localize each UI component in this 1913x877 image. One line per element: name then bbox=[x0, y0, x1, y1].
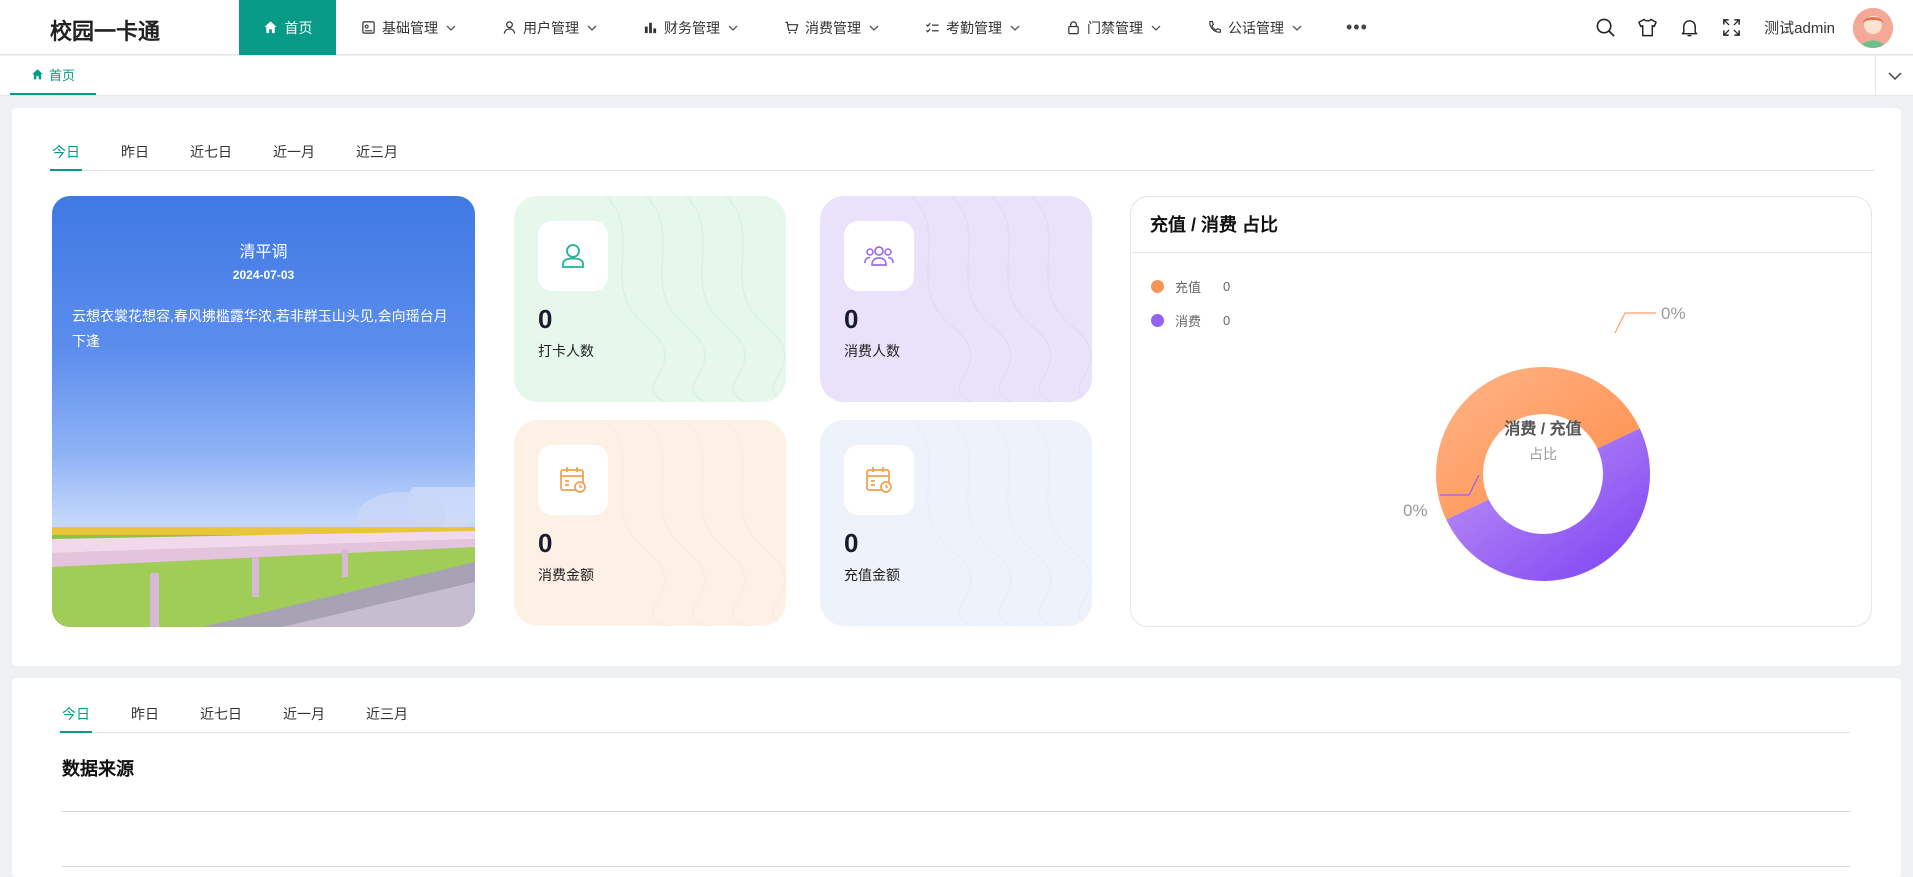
nav-basic[interactable]: 基础管理 bbox=[360, 0, 456, 55]
username[interactable]: 测试admin bbox=[1764, 17, 1835, 38]
nav-phone-label: 公话管理 bbox=[1228, 19, 1284, 36]
stat-label: 打卡人数 bbox=[538, 343, 594, 359]
poem-date: 2024-07-03 bbox=[232, 268, 295, 282]
theme-shirt-icon[interactable] bbox=[1626, 17, 1668, 38]
page-tab-home[interactable]: 首页 bbox=[10, 56, 96, 95]
stat-recharge-amount: 0 充值金额 bbox=[820, 420, 1092, 626]
search-icon[interactable] bbox=[1584, 17, 1626, 38]
tab-menu-toggle[interactable] bbox=[1875, 56, 1913, 95]
chevron-down-icon bbox=[587, 23, 597, 33]
range-tabs: 今日 昨日 近七日 近一月 近三月 bbox=[50, 138, 1874, 171]
checklist-icon bbox=[924, 20, 940, 36]
fullscreen-icon[interactable] bbox=[1710, 17, 1752, 38]
stat-value: 0 bbox=[844, 528, 859, 558]
user-icon bbox=[501, 20, 517, 36]
stat-label: 消费人数 bbox=[844, 343, 900, 359]
nav-consume[interactable]: 消费管理 bbox=[783, 0, 879, 55]
nav-attendance-label: 考勤管理 bbox=[946, 19, 1002, 36]
tab-yesterday[interactable]: 昨日 bbox=[121, 138, 149, 170]
chevron-down-icon bbox=[1887, 71, 1902, 80]
donut-center-subtitle: 占比 bbox=[1529, 446, 1557, 462]
landscape-illustration bbox=[52, 487, 475, 627]
chevron-down-icon bbox=[1292, 23, 1302, 33]
basic-icon bbox=[360, 20, 376, 36]
tab-last-month[interactable]: 近一月 bbox=[283, 700, 325, 732]
tab-today[interactable]: 今日 bbox=[50, 138, 82, 171]
app-logo[interactable]: 校园一卡通 bbox=[50, 14, 160, 46]
tab-last-3-months[interactable]: 近三月 bbox=[366, 700, 408, 732]
section-title: 数据来源 bbox=[62, 759, 134, 779]
divider bbox=[62, 866, 1850, 867]
user-card-icon bbox=[538, 221, 608, 291]
lock-icon bbox=[1065, 20, 1081, 36]
slice-label-consume: 0% bbox=[1403, 501, 1428, 520]
chevron-down-icon bbox=[728, 23, 738, 33]
poem-card: 清平调 2024-07-03 云想衣裳花想容,春风拂槛露华浓,若非群玉山头见,会… bbox=[52, 196, 475, 627]
stat-value: 0 bbox=[538, 528, 553, 558]
stat-consume-amount: 0 消费金额 bbox=[514, 420, 786, 626]
nav-attendance[interactable]: 考勤管理 bbox=[924, 0, 1020, 55]
top-header: 校园一卡通 首页 基础管理 用户管理 财务管理 消费管理 考勤管理 门禁管理 公… bbox=[0, 0, 1913, 55]
poem-title: 清平调 bbox=[239, 244, 288, 261]
overview-card: 今日 昨日 近七日 近一月 近三月 清平调 2024-07-03 云想衣裳花想容… bbox=[12, 108, 1901, 666]
stat-label: 充值金额 bbox=[844, 567, 900, 583]
tab-last-7-days[interactable]: 近七日 bbox=[190, 138, 232, 170]
page-tab-label: 首页 bbox=[48, 68, 75, 83]
page-tab-strip: 首页 bbox=[0, 56, 1913, 96]
nav-consume-label: 消费管理 bbox=[805, 19, 861, 36]
stat-value: 0 bbox=[844, 304, 859, 334]
main-nav: 首页 基础管理 用户管理 财务管理 消费管理 考勤管理 门禁管理 公话管理 ••… bbox=[239, 0, 1368, 55]
cart-icon bbox=[783, 20, 799, 36]
contour-pattern bbox=[605, 196, 786, 402]
tab-last-month[interactable]: 近一月 bbox=[273, 138, 315, 170]
stat-checkin-count: 0 打卡人数 bbox=[514, 196, 786, 402]
divider bbox=[62, 811, 1850, 812]
contour-pattern bbox=[911, 420, 1092, 626]
data-source-card: 今日 昨日 近七日 近一月 近三月 数据来源 bbox=[12, 678, 1901, 877]
nav-home[interactable]: 首页 bbox=[239, 0, 336, 55]
header-actions: 测试admin bbox=[1584, 0, 1893, 55]
donut-center-title: 消费 / 充值 bbox=[1504, 419, 1581, 438]
stat-consumer-count: 0 消费人数 bbox=[820, 196, 1092, 402]
stat-value: 0 bbox=[538, 304, 553, 334]
nav-finance-label: 财务管理 bbox=[664, 19, 720, 36]
nav-user[interactable]: 用户管理 bbox=[501, 0, 597, 55]
slice-label-recharge: 0% bbox=[1661, 304, 1686, 323]
tab-today[interactable]: 今日 bbox=[60, 700, 92, 733]
bar-chart-icon bbox=[642, 20, 658, 36]
poem-text: 云想衣裳花想容,春风拂槛露华浓,若非群玉山头见,会向瑶台月下逢 bbox=[72, 308, 448, 349]
home-icon bbox=[32, 69, 43, 80]
ratio-panel: 充值 / 消费 占比 充值 0 消费 0 0% 0% 消费 / 充值 占比 bbox=[1130, 196, 1872, 627]
bell-icon[interactable] bbox=[1668, 17, 1710, 38]
nav-basic-label: 基础管理 bbox=[382, 19, 438, 36]
calendar-clock-icon bbox=[844, 445, 914, 515]
tab-last-3-months[interactable]: 近三月 bbox=[356, 138, 398, 170]
nav-home-label: 首页 bbox=[284, 19, 313, 36]
nav-phone[interactable]: 公话管理 bbox=[1206, 0, 1302, 55]
group-icon bbox=[844, 221, 914, 291]
nav-user-label: 用户管理 bbox=[523, 19, 579, 36]
contour-pattern bbox=[605, 420, 786, 626]
tab-last-7-days[interactable]: 近七日 bbox=[200, 700, 242, 732]
chevron-down-icon bbox=[446, 23, 456, 33]
chevron-down-icon bbox=[869, 23, 879, 33]
nav-finance[interactable]: 财务管理 bbox=[642, 0, 738, 55]
home-icon bbox=[263, 20, 279, 36]
ratio-donut-chart: 0% 0% 消费 / 充值 占比 bbox=[1403, 304, 1686, 581]
stat-label: 消费金额 bbox=[538, 567, 594, 583]
label-line-recharge bbox=[1614, 312, 1656, 334]
contour-pattern bbox=[911, 196, 1092, 402]
tab-yesterday[interactable]: 昨日 bbox=[131, 700, 159, 732]
avatar[interactable] bbox=[1853, 7, 1893, 48]
nav-access[interactable]: 门禁管理 bbox=[1065, 0, 1161, 55]
phone-icon bbox=[1206, 20, 1222, 36]
chevron-down-icon bbox=[1151, 23, 1161, 33]
range-tabs: 今日 昨日 近七日 近一月 近三月 bbox=[60, 700, 1850, 733]
calendar-clock-icon bbox=[538, 445, 608, 515]
chevron-down-icon bbox=[1010, 23, 1020, 33]
nav-more-button[interactable]: ••• bbox=[1346, 0, 1368, 55]
nav-access-label: 门禁管理 bbox=[1087, 19, 1143, 36]
